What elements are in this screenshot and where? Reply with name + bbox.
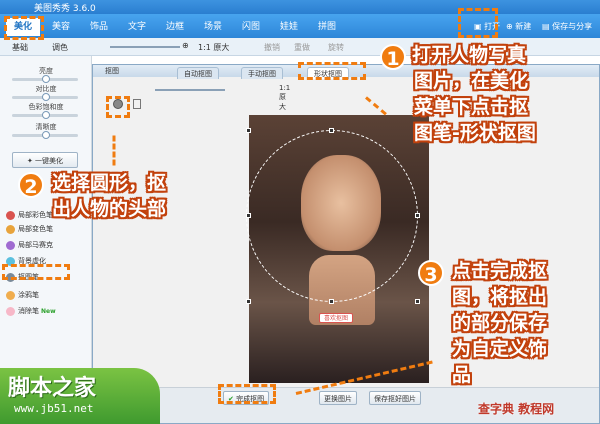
tool-local-color-pen[interactable]: 局部彩色笔 xyxy=(6,208,53,222)
menu-collage[interactable]: 拼图 xyxy=(310,18,344,36)
color-pen-icon xyxy=(6,210,15,220)
eraser-icon xyxy=(6,306,15,316)
tab-basic[interactable]: 基础 xyxy=(12,42,28,53)
save-icon: ▤ xyxy=(542,22,550,31)
new-badge: New xyxy=(41,308,56,315)
step1-line4: 图笔-形状抠图 xyxy=(414,122,536,144)
contrast-slider[interactable] xyxy=(12,93,78,101)
highlight-beautify-menu xyxy=(4,16,44,40)
sharpness-slider[interactable] xyxy=(12,131,78,139)
menu-border[interactable]: 边框 xyxy=(158,18,192,36)
magic-wand-icon: ✦ xyxy=(26,157,33,165)
highlight-done-button xyxy=(218,384,276,404)
app-title: 美图秀秀 3.6.0 xyxy=(34,4,96,14)
zoom-label[interactable]: 1:1 原大 xyxy=(198,42,229,53)
step1-number: 1 xyxy=(380,44,406,70)
one-click-beautify-button[interactable]: ✦ 一键美化 xyxy=(12,152,78,168)
slider-knob[interactable] xyxy=(42,131,50,139)
new-button[interactable]: ⊕ 新建 xyxy=(506,20,531,34)
highlight-cutout-pen xyxy=(2,264,70,280)
step3-line4: 为自定义饰 xyxy=(452,338,548,360)
resize-handle[interactable] xyxy=(415,299,420,304)
menu-text[interactable]: 文字 xyxy=(120,18,154,36)
step3-line3: 的部分保存 xyxy=(452,312,548,334)
step3-line1: 点击完成抠 xyxy=(452,260,548,282)
mosaic-icon xyxy=(6,240,15,250)
menu-beauty[interactable]: 美容 xyxy=(44,18,78,36)
tab-manual-cutout[interactable]: 手动抠图 xyxy=(241,67,283,79)
resize-handle[interactable] xyxy=(329,128,334,133)
step1-line2: 图片，在美化 xyxy=(414,70,529,92)
slider-knob[interactable] xyxy=(42,111,50,119)
menu-accessories[interactable]: 饰品 xyxy=(82,18,116,36)
change-image-button[interactable]: 更换图片 xyxy=(319,391,357,405)
slider-knob[interactable] xyxy=(42,93,50,101)
highlight-open-button xyxy=(458,8,498,38)
resize-handle[interactable] xyxy=(246,213,251,218)
dialog-zoom-label[interactable]: 1:1 原大 xyxy=(279,84,290,112)
step1-line3: 菜单下点击抠 xyxy=(414,96,529,118)
watermark-jb51: 脚本之家 www.jb51.net xyxy=(0,368,160,424)
redo-button[interactable]: 重做 xyxy=(294,42,310,53)
recolor-pen-icon xyxy=(6,224,15,234)
menu-doll[interactable]: 娃娃 xyxy=(272,18,306,36)
step2-number: 2 xyxy=(18,172,44,198)
step2-line1: 选择圆形，抠 xyxy=(52,172,167,194)
saturation-slider[interactable] xyxy=(12,111,78,119)
resize-handle[interactable] xyxy=(415,213,420,218)
circle-selection[interactable] xyxy=(246,130,418,302)
menu-scene[interactable]: 场景 xyxy=(196,18,230,36)
resize-handle[interactable] xyxy=(246,299,251,304)
menu-flash[interactable]: 闪图 xyxy=(234,18,268,36)
step3-line2: 图，将抠出 xyxy=(452,286,548,308)
doodle-pen-icon xyxy=(6,290,15,300)
photo-canvas[interactable]: 喜欢抠图 xyxy=(246,115,429,383)
step3-line5: 品 xyxy=(452,364,472,386)
rotate-button[interactable]: 旋转 xyxy=(328,42,344,53)
tab-color[interactable]: 调色 xyxy=(52,42,68,53)
rectangle-shape-icon[interactable] xyxy=(133,99,141,109)
undo-button[interactable]: 撤销 xyxy=(264,42,280,53)
like-cutout-button[interactable]: 喜欢抠图 xyxy=(319,313,354,323)
highlight-circle-shape xyxy=(106,96,130,118)
resize-handle[interactable] xyxy=(246,128,251,133)
dialog-zoom-slider[interactable] xyxy=(155,89,225,91)
step2-line2: 出人物的头部 xyxy=(52,198,167,220)
tab-auto-cutout[interactable]: 自动抠图 xyxy=(177,67,219,79)
tool-doodle-pen[interactable]: 涂鸦笔 xyxy=(6,288,39,302)
tool-local-mosaic[interactable]: 局部马赛克 xyxy=(6,238,53,252)
save-share-button[interactable]: ▤ 保存与分享 xyxy=(542,20,592,34)
step3-number: 3 xyxy=(418,260,444,286)
title-bar: 美图秀秀 3.6.0 xyxy=(0,0,600,14)
save-cutout-button[interactable]: 保存抠好图片 xyxy=(369,391,421,405)
watermark-chazidian: 查字典 教程网 xyxy=(478,402,555,416)
tool-eraser-pen[interactable]: 消除笔 New xyxy=(6,304,56,318)
highlight-shape-tab xyxy=(298,62,366,80)
dialog-title: 抠图 xyxy=(105,67,119,75)
brightness-slider[interactable] xyxy=(12,75,78,83)
resize-handle[interactable] xyxy=(329,299,334,304)
zoom-slider[interactable] xyxy=(110,46,180,48)
zoom-in-icon[interactable]: ⊕ xyxy=(182,41,189,50)
step1-line1: 打开人物写真 xyxy=(412,44,527,66)
tool-local-recolor-pen[interactable]: 局部变色笔 xyxy=(6,222,53,236)
menu-bar: 美化 美容 饰品 文字 边框 场景 闪图 娃娃 拼图 ▣ 打开 ⊕ 新建 ▤ 保… xyxy=(0,14,600,38)
arrow-step2 xyxy=(112,135,116,166)
slider-knob[interactable] xyxy=(42,75,50,83)
plus-icon: ⊕ xyxy=(506,22,513,31)
